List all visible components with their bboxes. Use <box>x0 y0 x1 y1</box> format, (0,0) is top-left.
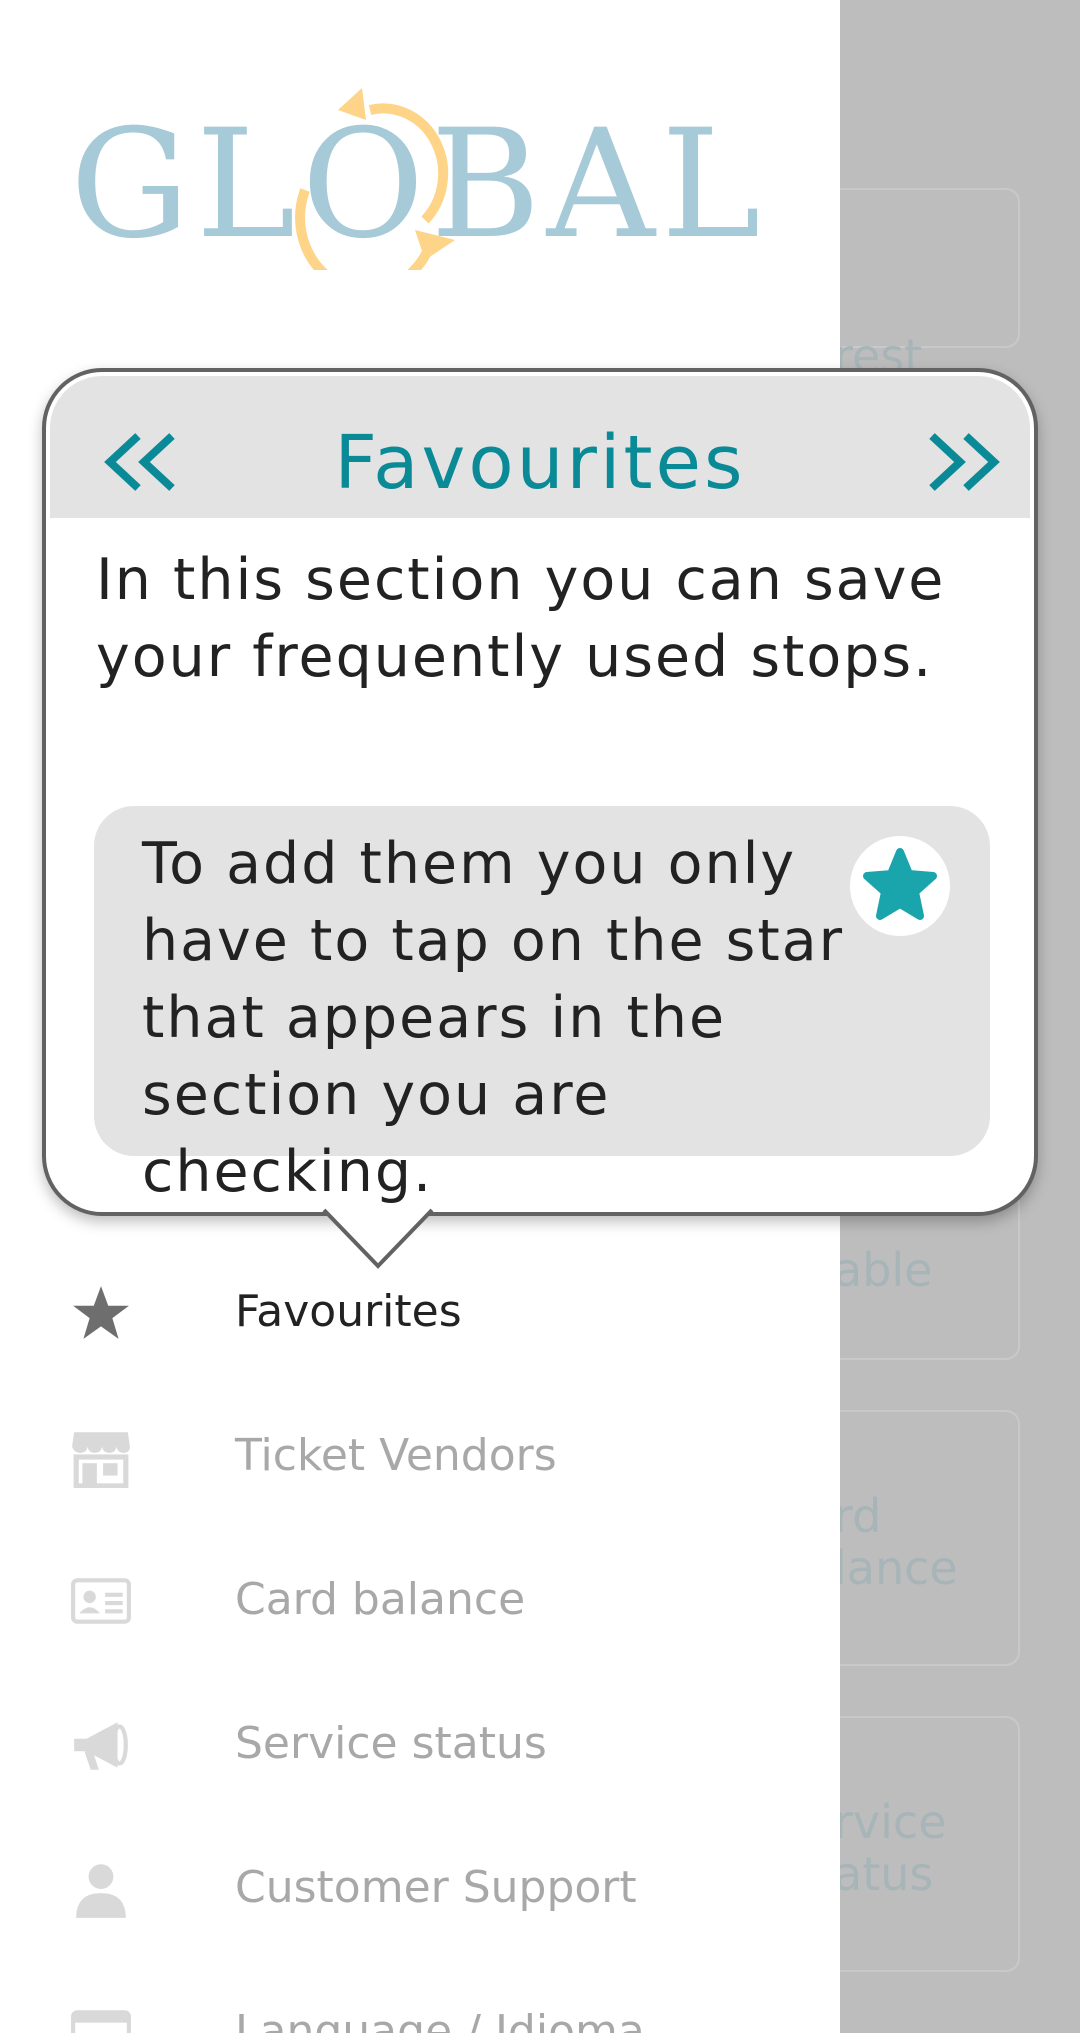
menu-item-ticket-vendors[interactable]: Ticket Vendors <box>0 1404 840 1514</box>
bg-card-label: rvice atus <box>834 1795 947 1901</box>
menu-item-language[interactable]: Language / Idioma <box>0 1980 840 2033</box>
menu-item-label: Favourites <box>235 1286 462 1337</box>
bg-card-label: rd lance <box>834 1489 958 1595</box>
menu-item-label: Service status <box>235 1718 547 1769</box>
person-icon <box>76 1864 126 1918</box>
logo-circular-arrows-icon <box>295 88 455 270</box>
megaphone-icon <box>74 1722 128 1770</box>
tip-box: To add them you only have to tap on the … <box>94 806 990 1205</box>
double-chevron-right-icon[interactable] <box>924 430 1004 494</box>
tip-text: To add them you only have to tap on the … <box>142 831 845 1205</box>
language-icon <box>71 2010 131 2033</box>
favourites-tutorial-popup: Favourites In this section you can save … <box>42 368 1038 1216</box>
popup-pointer <box>322 1208 434 1269</box>
store-icon <box>72 1432 130 1488</box>
menu-item-label: Ticket Vendors <box>235 1430 557 1481</box>
star-icon <box>73 1286 129 1339</box>
menu-item-label: Customer Support <box>235 1862 637 1913</box>
global-logo: GLOBAL <box>70 80 770 270</box>
popup-header: Favourites <box>50 376 1030 518</box>
bg-card-label: able <box>834 1243 933 1297</box>
menu-item-customer-support[interactable]: Customer Support <box>0 1836 840 1946</box>
teal-star-icon <box>863 848 937 920</box>
popup-title: Favourites <box>334 420 746 506</box>
star-badge <box>850 836 950 936</box>
menu-item-service-status[interactable]: Service status <box>0 1692 840 1802</box>
menu-item-label: Card balance <box>235 1574 526 1625</box>
id-card-icon <box>71 1578 131 1624</box>
menu-item-card-balance[interactable]: Card balance <box>0 1548 840 1658</box>
popup-description: In this section you can save your freque… <box>96 547 946 690</box>
menu-item-favourites[interactable]: Favourites <box>0 1260 840 1370</box>
menu-item-label: Language / Idioma <box>235 2006 645 2033</box>
